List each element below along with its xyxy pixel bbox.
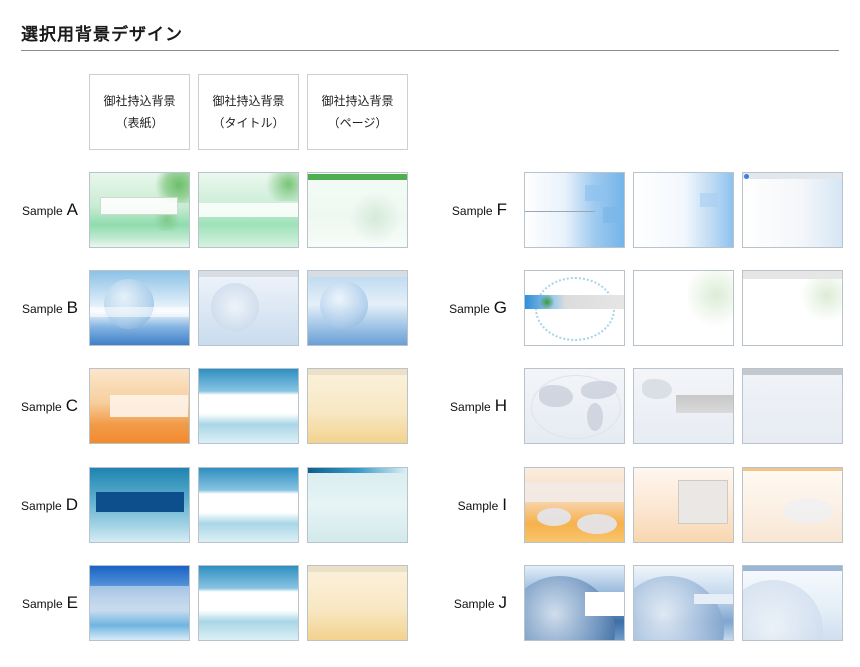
sample-h-title-thumb[interactable]: [633, 368, 734, 444]
header-page: 御社持込背景 （ページ）: [307, 74, 408, 150]
sample-e-title-thumb[interactable]: [198, 565, 299, 641]
header-title-line1: 御社持込背景: [212, 94, 285, 108]
sample-g-page-thumb[interactable]: [742, 270, 843, 346]
header-title-slide: 御社持込背景 （タイトル）: [198, 74, 299, 150]
header-cover-line1: 御社持込背景: [103, 94, 176, 108]
sample-e-page-thumb[interactable]: [307, 565, 408, 641]
sample-j-cover-thumb[interactable]: [524, 565, 625, 641]
sample-h-cover-thumb[interactable]: [524, 368, 625, 444]
sample-i-title-thumb[interactable]: [633, 467, 734, 543]
sample-a-cover-thumb[interactable]: [89, 172, 190, 248]
sample-e-cover-thumb[interactable]: [89, 565, 190, 641]
header-page-line2: （ページ）: [327, 116, 388, 130]
sample-a-page-thumb[interactable]: [307, 172, 408, 248]
sample-d-label: Sample D: [21, 495, 78, 514]
sample-j-page-thumb[interactable]: [742, 565, 843, 641]
sample-d-cover-thumb[interactable]: [89, 467, 190, 543]
sample-f-page-thumb[interactable]: [742, 172, 843, 248]
sample-i-page-thumb[interactable]: [742, 467, 843, 543]
header-cover: 御社持込背景 （表紙）: [89, 74, 190, 150]
sample-f-title-thumb[interactable]: [633, 172, 734, 248]
sample-d-title-thumb[interactable]: [198, 467, 299, 543]
sample-e-label: Sample E: [21, 593, 78, 612]
sample-j-label: Sample J: [453, 593, 507, 612]
sample-b-title-thumb[interactable]: [198, 270, 299, 346]
sample-b-cover-thumb[interactable]: [89, 270, 190, 346]
sample-c-title-thumb[interactable]: [198, 368, 299, 444]
sample-a-title-thumb[interactable]: [198, 172, 299, 248]
sample-f-cover-thumb[interactable]: [524, 172, 625, 248]
page-title: 選択用背景デザイン: [21, 25, 183, 45]
sample-d-page-thumb[interactable]: [307, 467, 408, 543]
sample-i-cover-thumb[interactable]: [524, 467, 625, 543]
header-cover-line2: （表紙）: [115, 116, 164, 130]
sample-h-page-thumb[interactable]: [742, 368, 843, 444]
sample-c-cover-thumb[interactable]: [89, 368, 190, 444]
title-divider: [21, 50, 839, 51]
sample-a-label: Sample A: [21, 200, 78, 219]
sample-h-label: Sample H: [450, 396, 507, 415]
sample-c-label: Sample C: [21, 396, 78, 415]
sample-g-label: Sample G: [449, 298, 507, 317]
sample-c-page-thumb[interactable]: [307, 368, 408, 444]
sample-g-cover-thumb[interactable]: [524, 270, 625, 346]
header-title-line2: （タイトル）: [212, 116, 285, 130]
sample-b-page-thumb[interactable]: [307, 270, 408, 346]
sample-b-label: Sample B: [21, 298, 78, 317]
sample-f-label: Sample F: [451, 200, 507, 219]
header-page-line1: 御社持込背景: [321, 94, 394, 108]
sample-i-label: Sample I: [457, 495, 507, 514]
sample-g-title-thumb[interactable]: [633, 270, 734, 346]
sample-j-title-thumb[interactable]: [633, 565, 734, 641]
